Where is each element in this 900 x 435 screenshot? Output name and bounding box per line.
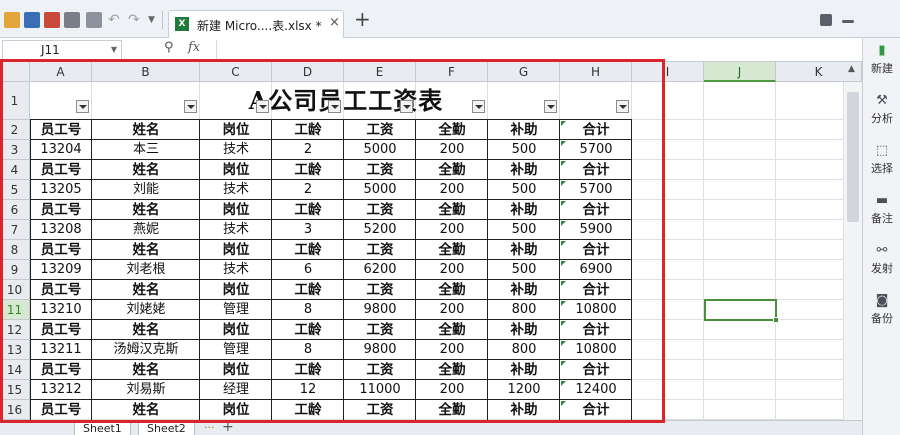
side-analyze-button[interactable]: ⚒ 分析 <box>863 94 900 126</box>
gridline-vertical <box>775 82 776 420</box>
gridline-vertical <box>703 82 704 420</box>
scroll-up-icon[interactable]: ▲ <box>848 64 855 74</box>
highlight-frame <box>0 59 665 423</box>
open-folder-icon[interactable] <box>4 12 20 28</box>
excel-file-icon: X <box>175 17 189 31</box>
toolbar: ↶ ↷ ▼ X 新建 Micro....表.xlsx * × + <box>0 0 900 38</box>
side-send-button[interactable]: ⚯ 发射 <box>863 244 900 276</box>
selected-cell[interactable] <box>704 299 777 321</box>
toolbar-separator <box>162 11 163 29</box>
side-new-label: 新建 <box>871 62 893 75</box>
side-panel: ▮ 新建 ⚒ 分析 ⬚ 选择 ▬ 备注 ⚯ 发射 ◙ 备份 <box>862 38 900 435</box>
sheet-tab-sheet2[interactable]: Sheet2 <box>138 421 195 435</box>
chevron-down-icon[interactable]: ▼ <box>111 45 117 54</box>
minimize-window-icon[interactable] <box>842 20 854 23</box>
column-header-j[interactable]: J <box>704 62 776 82</box>
select-cursor-icon: ⬚ <box>875 143 889 158</box>
restore-window-icon[interactable] <box>820 14 832 26</box>
print-icon[interactable] <box>64 12 80 28</box>
name-box[interactable]: J11 ▼ <box>2 40 122 60</box>
close-icon[interactable]: × <box>329 15 340 30</box>
side-send-label: 发射 <box>871 262 893 275</box>
backup-icon: ◙ <box>875 293 889 308</box>
side-select-button[interactable]: ⬚ 选择 <box>863 144 900 176</box>
formula-input[interactable] <box>216 40 860 60</box>
side-new-button[interactable]: ▮ 新建 <box>863 44 900 76</box>
fill-handle[interactable] <box>773 317 779 323</box>
document-tab-title: 新建 Micro....表.xlsx * <box>197 19 322 33</box>
link-send-icon: ⚯ <box>876 243 888 258</box>
vertical-scrollbar[interactable] <box>843 82 862 420</box>
side-comment-label: 备注 <box>871 212 893 225</box>
redo-icon[interactable]: ↷ <box>128 12 144 28</box>
new-tab-button[interactable]: + <box>354 9 371 29</box>
side-select-label: 选择 <box>871 162 893 175</box>
side-comment-button[interactable]: ▬ 备注 <box>863 194 900 226</box>
sheet-tab-sheet1[interactable]: Sheet1 <box>74 421 131 435</box>
side-backup-button[interactable]: ◙ 备份 <box>863 294 900 326</box>
fx-icon[interactable]: fx <box>188 40 200 55</box>
scrollbar-thumb[interactable] <box>847 92 859 222</box>
save-icon[interactable] <box>24 12 40 28</box>
document-tab[interactable]: X 新建 Micro....表.xlsx * × <box>168 10 344 38</box>
export-pdf-icon[interactable] <box>44 12 60 28</box>
new-document-icon: ▮ <box>878 43 886 58</box>
undo-icon[interactable]: ↶ <box>108 12 124 28</box>
side-backup-label: 备份 <box>871 312 893 325</box>
print-preview-icon[interactable] <box>86 12 102 28</box>
name-box-value: J11 <box>41 43 60 57</box>
zoom-search-icon[interactable]: ⚲ <box>164 40 174 55</box>
side-analyze-label: 分析 <box>871 112 893 125</box>
analyze-icon: ⚒ <box>876 93 888 108</box>
comment-icon: ▬ <box>875 193 889 208</box>
